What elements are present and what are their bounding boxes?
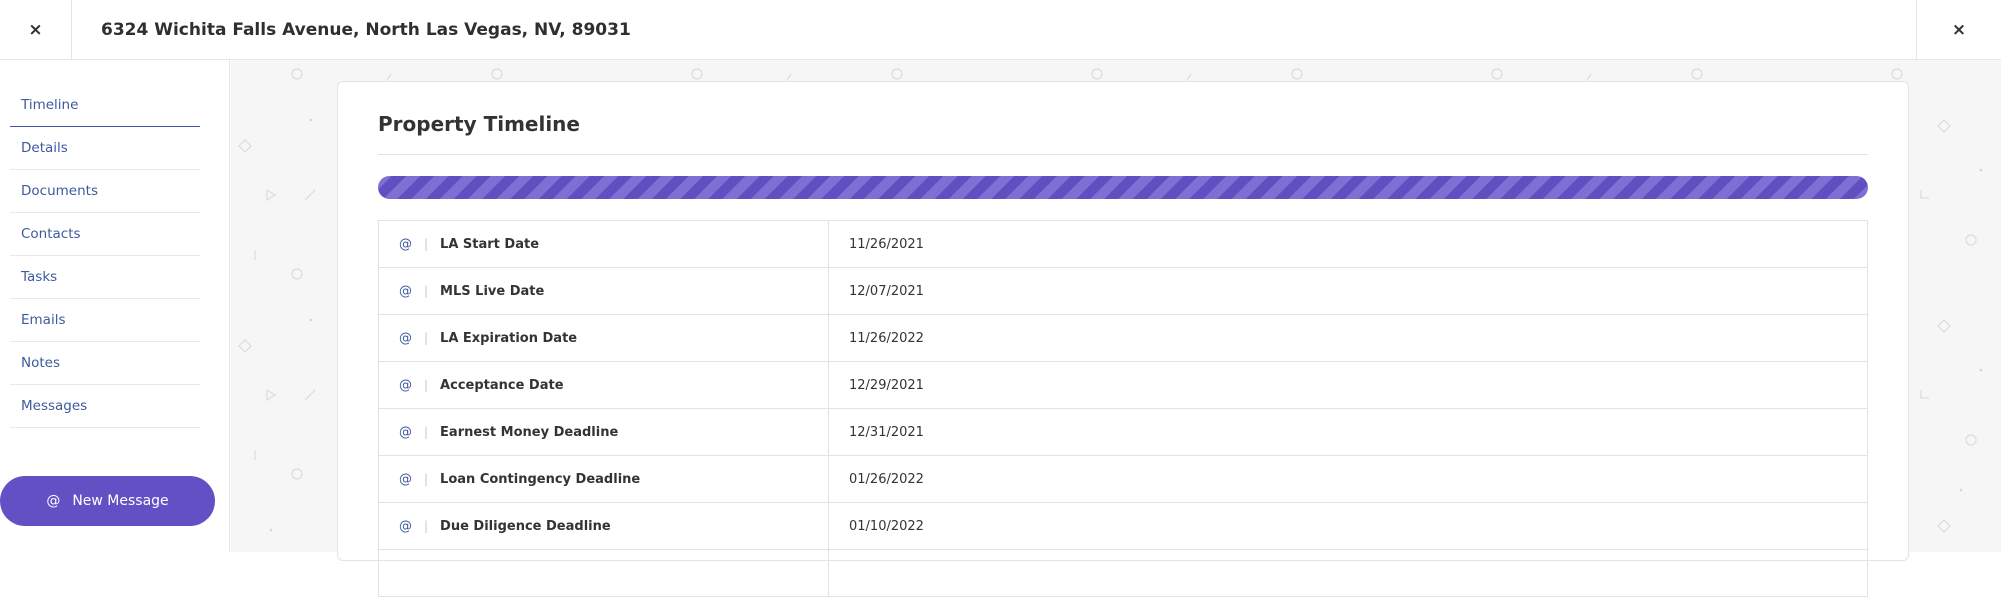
- table-row: @ | MLS Live Date 12/07/2021: [378, 268, 1868, 315]
- sidebar-item-documents[interactable]: Documents: [10, 170, 200, 213]
- row-label: LA Start Date: [440, 236, 540, 252]
- row-label-cell: @ | LA Start Date: [379, 221, 829, 267]
- sidebar-item-tasks[interactable]: Tasks: [10, 256, 200, 299]
- sidebar-item-contacts[interactable]: Contacts: [10, 213, 200, 256]
- page-title: 6324 Wichita Falls Avenue, North Las Veg…: [101, 20, 631, 40]
- timeline-table: @ | LA Start Date 11/26/2021 @ | MLS Liv…: [378, 220, 1868, 597]
- row-value: 01/26/2022: [849, 471, 924, 487]
- row-label: Due Diligence Deadline: [440, 518, 611, 534]
- sidebar-item-timeline[interactable]: Timeline: [10, 84, 200, 127]
- top-bar: × 6324 Wichita Falls Avenue, North Las V…: [0, 0, 2001, 60]
- row-label-cell: @ | MLS Live Date: [379, 268, 829, 314]
- separator: |: [424, 237, 429, 251]
- row-label: Acceptance Date: [440, 377, 564, 393]
- at-icon[interactable]: @: [399, 519, 412, 534]
- close-icon[interactable]: ×: [0, 0, 72, 60]
- row-value: [829, 550, 1867, 596]
- at-icon[interactable]: @: [399, 425, 412, 440]
- progress-fill: [378, 176, 1868, 199]
- table-row: @ | LA Expiration Date 11/26/2022: [378, 315, 1868, 362]
- at-icon[interactable]: @: [399, 284, 412, 299]
- sidebar-item-emails[interactable]: Emails: [10, 299, 200, 342]
- row-label: LA Expiration Date: [440, 330, 578, 346]
- main-content: Property Timeline @ | LA Start Date 11/2…: [231, 60, 2001, 597]
- timeline-progress-bar: [378, 176, 1868, 199]
- sidebar-item-notes[interactable]: Notes: [10, 342, 200, 385]
- close-icon[interactable]: ×: [1916, 0, 2001, 60]
- at-icon[interactable]: @: [399, 331, 412, 346]
- row-label: Earnest Money Deadline: [440, 424, 619, 440]
- sidebar: Timeline Details Documents Contacts Task…: [0, 60, 230, 552]
- property-timeline-card: Property Timeline @ | LA Start Date 11/2…: [337, 81, 1909, 597]
- row-value: 12/31/2021: [849, 424, 924, 440]
- at-icon[interactable]: @: [399, 237, 412, 252]
- row-label-cell: @ | LA Expiration Date: [379, 315, 829, 361]
- separator: |: [424, 472, 429, 486]
- separator: |: [424, 519, 429, 533]
- sidebar-item-messages[interactable]: Messages: [10, 385, 200, 428]
- new-message-label: New Message: [72, 493, 169, 509]
- at-icon: @: [46, 493, 61, 509]
- row-label-cell: @ | Acceptance Date: [379, 362, 829, 408]
- row-label: MLS Live Date: [440, 283, 545, 299]
- new-message-button[interactable]: @ New Message: [0, 476, 215, 526]
- table-row: @ | Earnest Money Deadline 12/31/2021: [378, 409, 1868, 456]
- separator: |: [424, 331, 429, 345]
- card-title: Property Timeline: [378, 112, 580, 136]
- row-value: 11/26/2021: [849, 236, 924, 252]
- sidebar-item-details[interactable]: Details: [10, 127, 200, 170]
- separator: |: [424, 378, 429, 392]
- row-label-cell: @ | Due Diligence Deadline: [379, 503, 829, 549]
- row-value: 01/10/2022: [849, 518, 924, 534]
- divider: [378, 154, 1868, 155]
- at-icon[interactable]: @: [399, 472, 412, 487]
- row-value: 12/07/2021: [849, 283, 924, 299]
- row-value: 11/26/2022: [849, 330, 924, 346]
- table-row: [378, 550, 1868, 597]
- row-label-cell: [379, 550, 829, 596]
- sidebar-nav: Timeline Details Documents Contacts Task…: [10, 84, 200, 428]
- row-value: 12/29/2021: [849, 377, 924, 393]
- at-icon[interactable]: @: [399, 378, 412, 393]
- row-label-cell: @ | Earnest Money Deadline: [379, 409, 829, 455]
- table-row: @ | Acceptance Date 12/29/2021: [378, 362, 1868, 409]
- separator: |: [424, 425, 429, 439]
- row-label-cell: @ | Loan Contingency Deadline: [379, 456, 829, 502]
- separator: |: [424, 284, 429, 298]
- table-row: @ | LA Start Date 11/26/2021: [378, 221, 1868, 268]
- row-label: Loan Contingency Deadline: [440, 471, 641, 487]
- table-row: @ | Due Diligence Deadline 01/10/2022: [378, 503, 1868, 550]
- table-row: @ | Loan Contingency Deadline 01/26/2022: [378, 456, 1868, 503]
